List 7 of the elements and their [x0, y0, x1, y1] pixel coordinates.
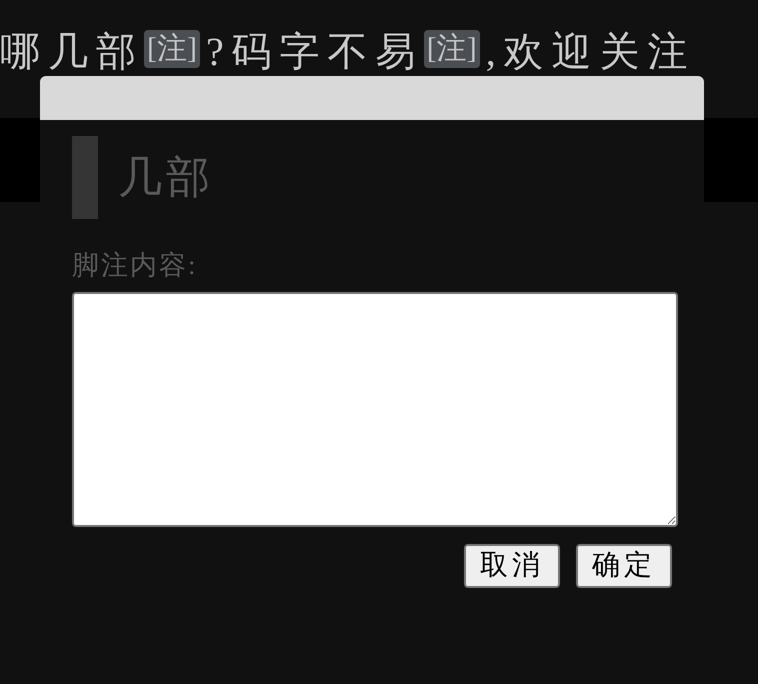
- cancel-button[interactable]: 取消: [464, 544, 560, 588]
- confirm-button[interactable]: 确定: [576, 544, 672, 588]
- footnote-marker[interactable]: [注]: [424, 30, 480, 68]
- footnote-marker[interactable]: [注]: [144, 30, 200, 68]
- field-label: 脚注内容:: [72, 249, 198, 282]
- footnote-textarea[interactable]: [72, 292, 678, 527]
- dialog-title: 几部: [118, 152, 214, 204]
